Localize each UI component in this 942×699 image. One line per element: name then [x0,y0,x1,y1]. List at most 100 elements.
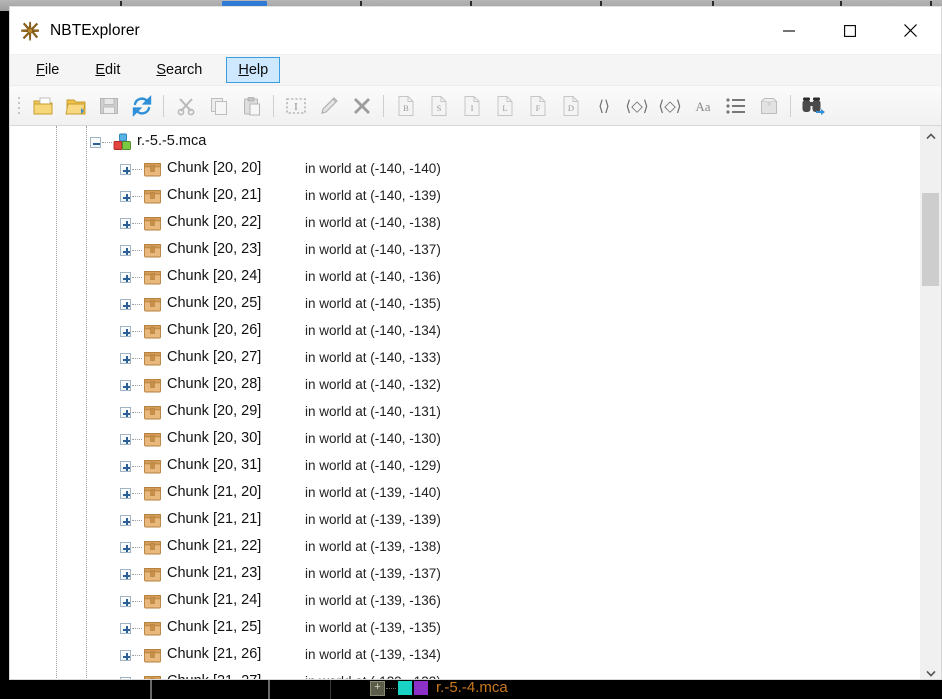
menu-item-help[interactable]: Help [226,57,281,83]
chunk-box-icon [143,538,162,557]
screen: + r.-5.-4.mca NBTExplorer File Edit Sear… [0,0,942,699]
tree-row-chunk[interactable]: Chunk [21, 21] in world at (-139, -139) [10,507,920,534]
svg-text:⟨⟩: ⟨⟩ [598,98,610,115]
tree-row-detail: in world at (-140, -138) [305,215,441,230]
expand-expander[interactable] [120,569,131,580]
title-bar: NBTExplorer [10,7,941,54]
tree-view[interactable]: r.-5.-5.mca Chunk [20, 20] in world at (-1… [10,126,920,679]
tree-row-label: Chunk [20, 28] [167,376,262,392]
tree-row-chunk[interactable]: Chunk [21, 26] in world at (-139, -134) [10,642,920,669]
svg-text:⟨◇⟩: ⟨◇⟩ [625,98,648,115]
tree-row-chunk[interactable]: Chunk [20, 21] in world at (-140, -139) [10,183,920,210]
toolbar-separator [273,94,274,117]
tree-row-chunk[interactable]: Chunk [20, 31] in world at (-140, -129) [10,453,920,480]
expand-expander[interactable] [120,434,131,445]
expand-expander[interactable] [120,542,131,553]
maximize-button[interactable] [819,7,880,54]
add-byte-tag-icon: B [389,89,422,122]
expand-expander[interactable] [120,623,131,634]
tree-row-chunk[interactable]: Chunk [20, 24] in world at (-140, -136) [10,264,920,291]
new-file-icon[interactable] [26,89,59,122]
find-icon[interactable] [796,89,829,122]
add-string-tag-icon: Aa [686,89,719,122]
expand-expander[interactable] [120,677,131,679]
tree-panel: r.-5.-5.mca Chunk [20, 20] in world at (-1… [10,126,941,679]
cut-icon [169,89,202,122]
add-compound-tag-icon [752,89,785,122]
chunk-box-icon [143,619,162,638]
tree-row-chunk[interactable]: Chunk [21, 27] in world at (-139, -133) [10,669,920,679]
tree-connector [132,223,142,225]
tree-row-detail: in world at (-140, -136) [305,269,441,284]
save-icon [92,89,125,122]
menu-item-edit[interactable]: Edit [83,57,132,83]
tree-row-chunk[interactable]: Chunk [20, 28] in world at (-140, -132) [10,372,920,399]
tree-row-chunk[interactable]: Chunk [20, 27] in world at (-140, -133) [10,345,920,372]
expand-expander[interactable] [120,461,131,472]
chunk-box-icon [143,430,162,449]
tree-row-region[interactable]: r.-5.-5.mca [10,129,920,156]
tree-row-label: Chunk [20, 20] [167,160,262,176]
svg-text:L: L [502,103,507,113]
tree-row-chunk[interactable]: Chunk [21, 22] in world at (-139, -138) [10,534,920,561]
tree-row-chunk[interactable]: Chunk [20, 23] in world at (-140, -137) [10,237,920,264]
tree-row-chunk[interactable]: Chunk [21, 24] in world at (-139, -136) [10,588,920,615]
toolbar-grip[interactable] [14,95,24,117]
chunk-box-icon [143,322,162,341]
tree-row-chunk[interactable]: Chunk [20, 22] in world at (-140, -138) [10,210,920,237]
tree-row-chunk[interactable]: Chunk [20, 25] in world at (-140, -135) [10,291,920,318]
tree-scrollbar[interactable] [919,126,941,679]
tree-connector [132,358,142,360]
expand-expander[interactable] [120,596,131,607]
expand-expander[interactable] [120,164,131,175]
expand-expander[interactable] [120,218,131,229]
scrollbar-down-button[interactable] [920,663,941,679]
expand-expander[interactable] [120,299,131,310]
tree-row-label: Chunk [21, 20] [167,484,262,500]
chunk-box-icon [143,268,162,287]
minimize-button[interactable] [758,7,819,54]
expand-expander[interactable] [120,191,131,202]
scrollbar-up-button[interactable] [920,126,941,147]
expand-expander[interactable] [120,488,131,499]
add-list-tag-icon [719,89,752,122]
toolbar-separator [790,94,791,117]
chunk-box-icon [143,295,162,314]
chunk-box-icon [143,484,162,503]
open-folder-icon[interactable] [59,89,92,122]
tree-row-chunk[interactable]: Chunk [20, 20] in world at (-140, -140) [10,156,920,183]
tree-row-chunk[interactable]: Chunk [20, 30] in world at (-140, -130) [10,426,920,453]
collapse-expander[interactable] [90,137,101,148]
menu-item-search[interactable]: Search [144,57,214,83]
expand-expander[interactable] [120,407,131,418]
tree-row-detail: in world at (-139, -137) [305,566,441,581]
expand-expander[interactable] [120,245,131,256]
tree-row-detail: in world at (-140, -130) [305,431,441,446]
close-button[interactable] [880,7,941,54]
tree-row-chunk[interactable]: Chunk [20, 29] in world at (-140, -131) [10,399,920,426]
tree-row-detail: in world at (-139, -133) [305,674,441,679]
expand-expander[interactable] [120,353,131,364]
tree-row-chunk[interactable]: Chunk [21, 25] in world at (-139, -135) [10,615,920,642]
expand-expander[interactable] [120,380,131,391]
tree-row-label: Chunk [20, 26] [167,322,262,338]
toolbar-separator [163,94,164,117]
tree-connector [132,547,142,549]
chunk-box-icon [143,160,162,179]
tree-row-chunk[interactable]: Chunk [21, 23] in world at (-139, -137) [10,561,920,588]
tree-row-detail: in world at (-140, -140) [305,161,441,176]
expand-expander[interactable] [120,650,131,661]
refresh-icon[interactable] [125,89,158,122]
tree-row-label: Chunk [20, 27] [167,349,262,365]
expand-expander[interactable] [120,272,131,283]
expand-expander[interactable] [120,515,131,526]
tree-connector [132,331,142,333]
scrollbar-thumb[interactable] [922,193,939,287]
tree-row-label: Chunk [21, 22] [167,538,262,554]
menu-item-file[interactable]: File [24,57,71,83]
svg-text:F: F [535,103,540,113]
expand-expander[interactable] [120,326,131,337]
add-float-tag-icon: F [521,89,554,122]
tree-row-chunk[interactable]: Chunk [21, 20] in world at (-139, -140) [10,480,920,507]
tree-row-chunk[interactable]: Chunk [20, 26] in world at (-140, -134) [10,318,920,345]
